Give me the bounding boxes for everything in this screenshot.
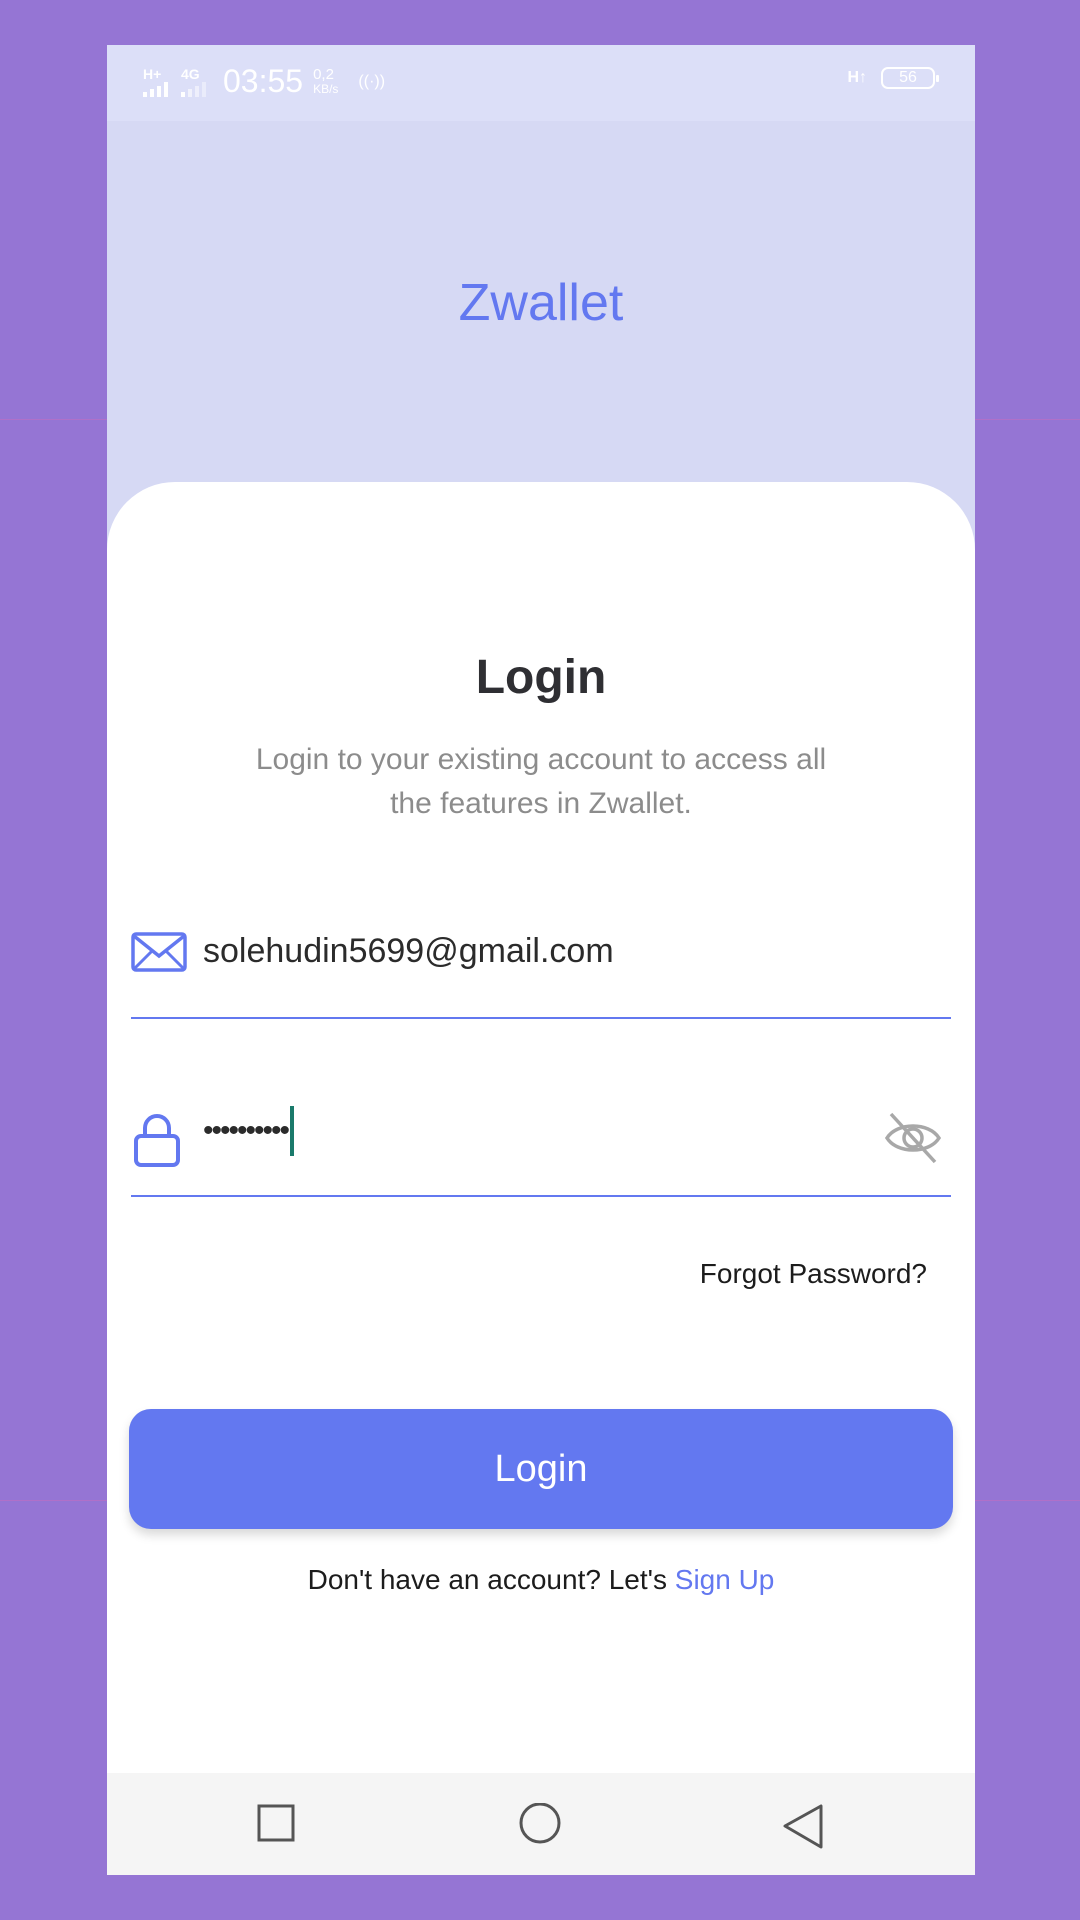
eye-off-icon[interactable] [883, 1110, 943, 1166]
email-underline [131, 1017, 951, 1019]
forgot-password-link[interactable]: Forgot Password? [700, 1258, 927, 1290]
app-title: Zwallet [458, 274, 624, 332]
square-icon[interactable] [256, 1803, 296, 1843]
hotspot-icon: ((·)) [358, 72, 386, 90]
login-card: Login Login to your existing account to … [107, 482, 975, 1875]
triangle-back-icon[interactable] [781, 1803, 825, 1851]
signup-text: Don't have an account? Let's [307, 1564, 675, 1595]
status-bar: H+ 4G 03:55 0,2 KB/s ((·)) H↑ 56 [107, 45, 975, 121]
mail-icon [131, 932, 187, 972]
signal-2-label: 4G [181, 65, 200, 82]
status-left: H+ 4G 03:55 0,2 KB/s ((·)) [143, 63, 385, 100]
status-right: H↑ 56 [847, 67, 939, 89]
login-button[interactable]: Login [129, 1409, 953, 1529]
system-nav-bar [107, 1773, 975, 1875]
password-field[interactable]: •••••••••• [203, 1106, 295, 1156]
signal-2: 4G [181, 67, 209, 97]
lock-icon [134, 1114, 180, 1167]
clock: 03:55 [223, 63, 304, 99]
speed-unit: KB/s [313, 81, 339, 96]
battery-icon: 56 [881, 67, 939, 89]
circle-icon[interactable] [518, 1803, 562, 1847]
signal-1: H+ [143, 67, 171, 97]
speed-value: 0,2 [313, 65, 334, 83]
signal-bars-icon [143, 81, 171, 97]
login-title: Login [475, 651, 607, 704]
network-speed: 0,2 KB/s [313, 65, 339, 96]
login-subtitle: Login to your existing account to access… [255, 743, 827, 820]
email-field[interactable]: solehudin5699@gmail.com [203, 932, 614, 971]
signal-1-label: H+ [143, 65, 162, 82]
password-value: •••••••••• [203, 1114, 290, 1147]
password-underline [131, 1195, 951, 1197]
phone-screen: H+ 4G 03:55 0,2 KB/s ((·)) H↑ 56 Zwallet… [107, 45, 975, 1875]
signup-prompt: Don't have an account? Let's Sign Up [107, 1564, 975, 1596]
network-type-icon: H↑ [847, 69, 867, 86]
text-caret [290, 1106, 295, 1156]
signup-link[interactable]: Sign Up [675, 1564, 775, 1595]
signal-bars-icon [181, 81, 209, 97]
